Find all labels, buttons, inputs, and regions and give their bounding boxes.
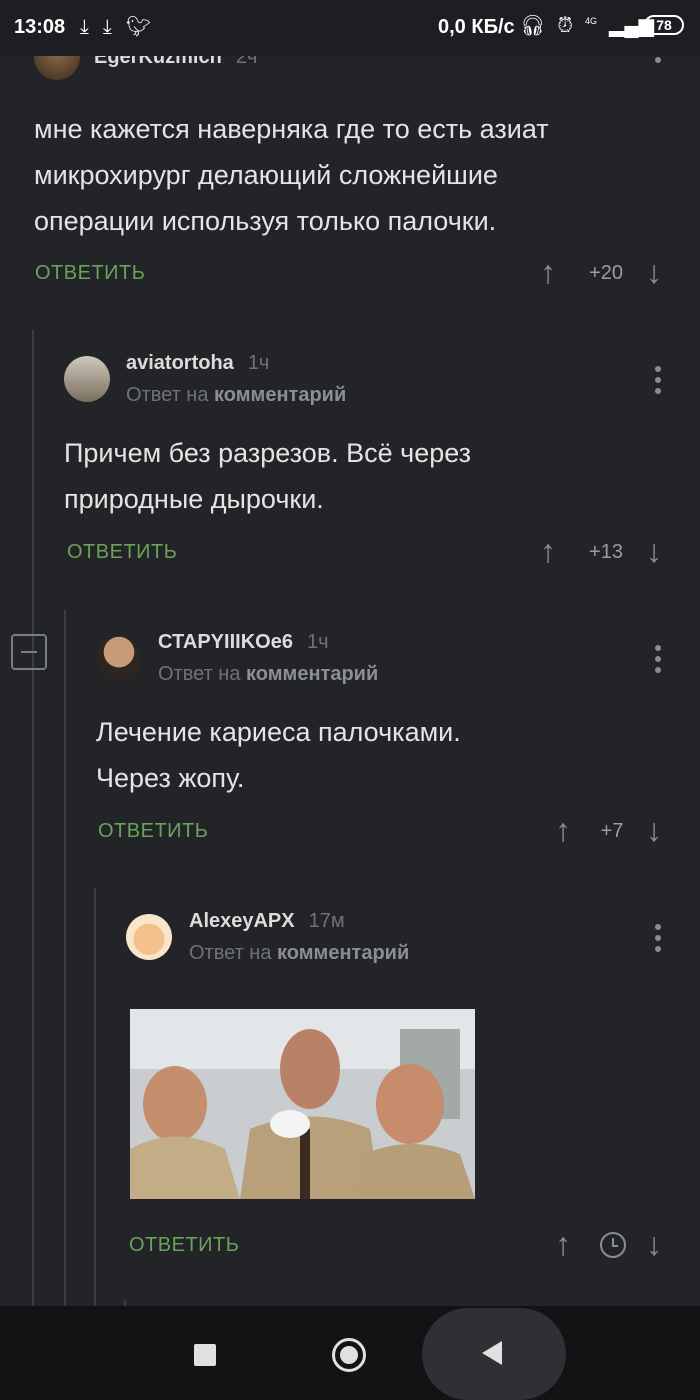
notification-icons: ⤓ ⤓ 🐦︎: [80, 14, 165, 39]
comment-username[interactable]: aviatortoha 1ч: [126, 352, 269, 375]
twitter-icon: 🐦︎: [125, 16, 152, 38]
comment-rating: +13: [589, 541, 623, 563]
comment-text: Причем без разрезов. Всё через природные…: [64, 430, 471, 522]
thread-line: [64, 610, 66, 1306]
headphones-icon: 🎧︎: [520, 15, 546, 37]
more-options-icon[interactable]: [655, 366, 661, 399]
network-type: 4G: [585, 16, 598, 26]
comments-feed: EgerKuzmich 2ч мне кажется наверняка где …: [0, 0, 700, 1306]
clock-icon: [600, 1232, 626, 1258]
comment-text: Лечение кариеса палочками. Через жопу.: [96, 709, 461, 801]
back-triangle-icon[interactable]: [482, 1341, 502, 1365]
comment-text-line: Лечение кариеса палочками.: [96, 717, 461, 747]
reply-to-line[interactable]: Ответ на комментарий: [158, 663, 378, 686]
net-speed: 0,0 КБ/с: [438, 16, 515, 38]
reply-to-line[interactable]: Ответ на комментарий: [126, 384, 346, 407]
comment-text-line: мне кажется наверняка где то есть азиат: [34, 114, 549, 144]
thread-line: [32, 330, 34, 1306]
collapse-thread-button[interactable]: [11, 634, 47, 670]
reply-button[interactable]: ОТВЕТИТЬ: [98, 820, 208, 843]
download-icon: ⤓: [102, 16, 112, 38]
reply-to-line[interactable]: Ответ на комментарий: [189, 942, 409, 965]
comment-rating: +20: [589, 262, 623, 284]
downvote-arrow-icon[interactable]: ↓: [646, 814, 662, 846]
more-options-icon[interactable]: [655, 645, 661, 678]
alarm-icon: ⏰︎: [557, 15, 573, 37]
comment-text-line: Причем без разрезов. Всё через: [64, 438, 472, 468]
battery-icon: 78: [644, 15, 684, 35]
comment-text-line: операции используя только палочки.: [34, 206, 497, 236]
home-circle-icon[interactable]: [332, 1338, 366, 1372]
reply-button[interactable]: ОТВЕТИТЬ: [129, 1234, 239, 1257]
avatar[interactable]: [126, 914, 172, 960]
upvote-arrow-icon[interactable]: ↑: [555, 814, 571, 846]
recents-square-icon[interactable]: [194, 1344, 216, 1366]
reply-button[interactable]: ОТВЕТИТЬ: [35, 262, 145, 285]
downvote-arrow-icon[interactable]: ↓: [646, 1228, 662, 1260]
comment-text-line: микрохирург делающий сложнейшие: [34, 160, 498, 190]
comment-rating: +7: [600, 820, 624, 842]
comment-image[interactable]: [130, 1009, 475, 1199]
more-options-icon[interactable]: [655, 924, 661, 957]
status-bar: 13:08 ⤓ ⤓ 🐦︎ 0,0 КБ/с 🎧︎ ⏰︎ 4G ▂▄▆ 78: [0, 0, 700, 56]
reply-button[interactable]: ОТВЕТИТЬ: [67, 541, 177, 564]
upvote-arrow-icon[interactable]: ↑: [540, 256, 556, 288]
comment-text-line: Через жопу.: [96, 763, 245, 793]
avatar[interactable]: [96, 636, 142, 682]
upvote-arrow-icon[interactable]: ↑: [555, 1228, 571, 1260]
comment-text-line: природные дырочки.: [64, 484, 324, 514]
comment-username[interactable]: СТАРYIIIKOе6 1ч: [158, 631, 329, 654]
download-icon: ⤓: [80, 16, 89, 38]
status-time: 13:08: [14, 16, 66, 38]
comment-text: мне кажется наверняка где то есть азиат …: [34, 106, 549, 244]
avatar[interactable]: [64, 356, 110, 402]
comment-username[interactable]: AlexeyAPX 17м: [189, 910, 345, 933]
downvote-arrow-icon[interactable]: ↓: [646, 256, 662, 288]
downvote-arrow-icon[interactable]: ↓: [646, 535, 662, 567]
upvote-arrow-icon[interactable]: ↑: [540, 535, 556, 567]
thread-line: [94, 888, 96, 1306]
